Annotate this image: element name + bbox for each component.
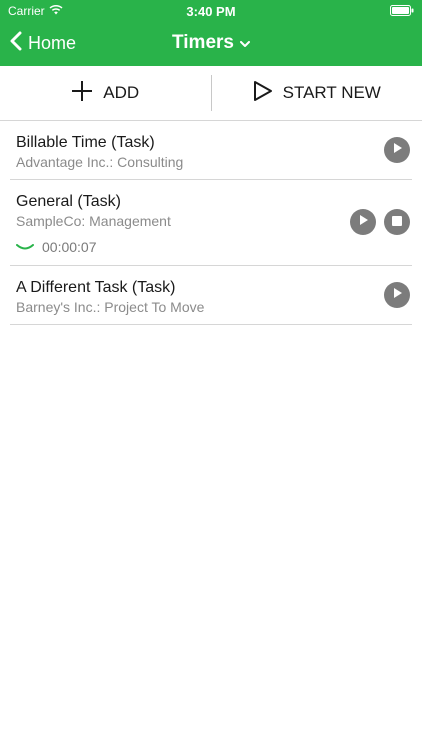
- timer-controls: [350, 209, 410, 235]
- navigation-bar: Home Timers: [0, 22, 422, 66]
- timer-subtitle: Advantage Inc.: Consulting: [16, 154, 184, 170]
- play-icon: [391, 141, 403, 159]
- stop-button[interactable]: [384, 209, 410, 235]
- timer-subtitle: Barney's Inc.: Project To Move: [16, 299, 205, 315]
- play-outline-icon: [253, 80, 273, 107]
- timer-title: Billable Time (Task): [16, 134, 155, 151]
- elapsed-time: 00:00:07: [16, 239, 412, 255]
- timer-controls: [384, 137, 410, 163]
- stop-icon: [392, 213, 402, 231]
- play-button[interactable]: [350, 209, 376, 235]
- timer-row[interactable]: A Different Task (Task) Barney's Inc.: P…: [10, 266, 412, 325]
- chevron-down-icon: [16, 239, 34, 255]
- plus-icon: [71, 80, 93, 107]
- action-bar: ADD START NEW: [0, 66, 422, 121]
- status-bar: Carrier 3:40 PM: [0, 0, 422, 22]
- timer-controls: [384, 282, 410, 308]
- play-button[interactable]: [384, 137, 410, 163]
- page-title-dropdown[interactable]: Timers: [0, 32, 422, 54]
- timer-row[interactable]: General (Task) SampleCo: Management 00:0…: [10, 180, 412, 266]
- timer-title: A Different Task (Task): [16, 279, 176, 296]
- chevron-down-icon: [239, 32, 250, 54]
- timer-row[interactable]: Billable Time (Task) Advantage Inc.: Con…: [10, 121, 412, 180]
- timer-list: Billable Time (Task) Advantage Inc.: Con…: [0, 121, 422, 325]
- start-new-label: START NEW: [282, 83, 381, 102]
- status-time: 3:40 PM: [186, 4, 236, 19]
- elapsed-time-value: 00:00:07: [42, 239, 97, 255]
- expand-button[interactable]: [16, 239, 34, 255]
- header-bar: Carrier 3:40 PM Home Timers: [0, 0, 422, 66]
- start-new-button[interactable]: START NEW: [212, 66, 422, 120]
- page-title: Timers: [172, 32, 234, 53]
- play-icon: [391, 286, 403, 304]
- add-button[interactable]: ADD: [0, 66, 211, 120]
- play-icon: [357, 213, 369, 231]
- play-button[interactable]: [384, 282, 410, 308]
- add-label: ADD: [103, 83, 140, 102]
- battery-icon: [390, 5, 414, 16]
